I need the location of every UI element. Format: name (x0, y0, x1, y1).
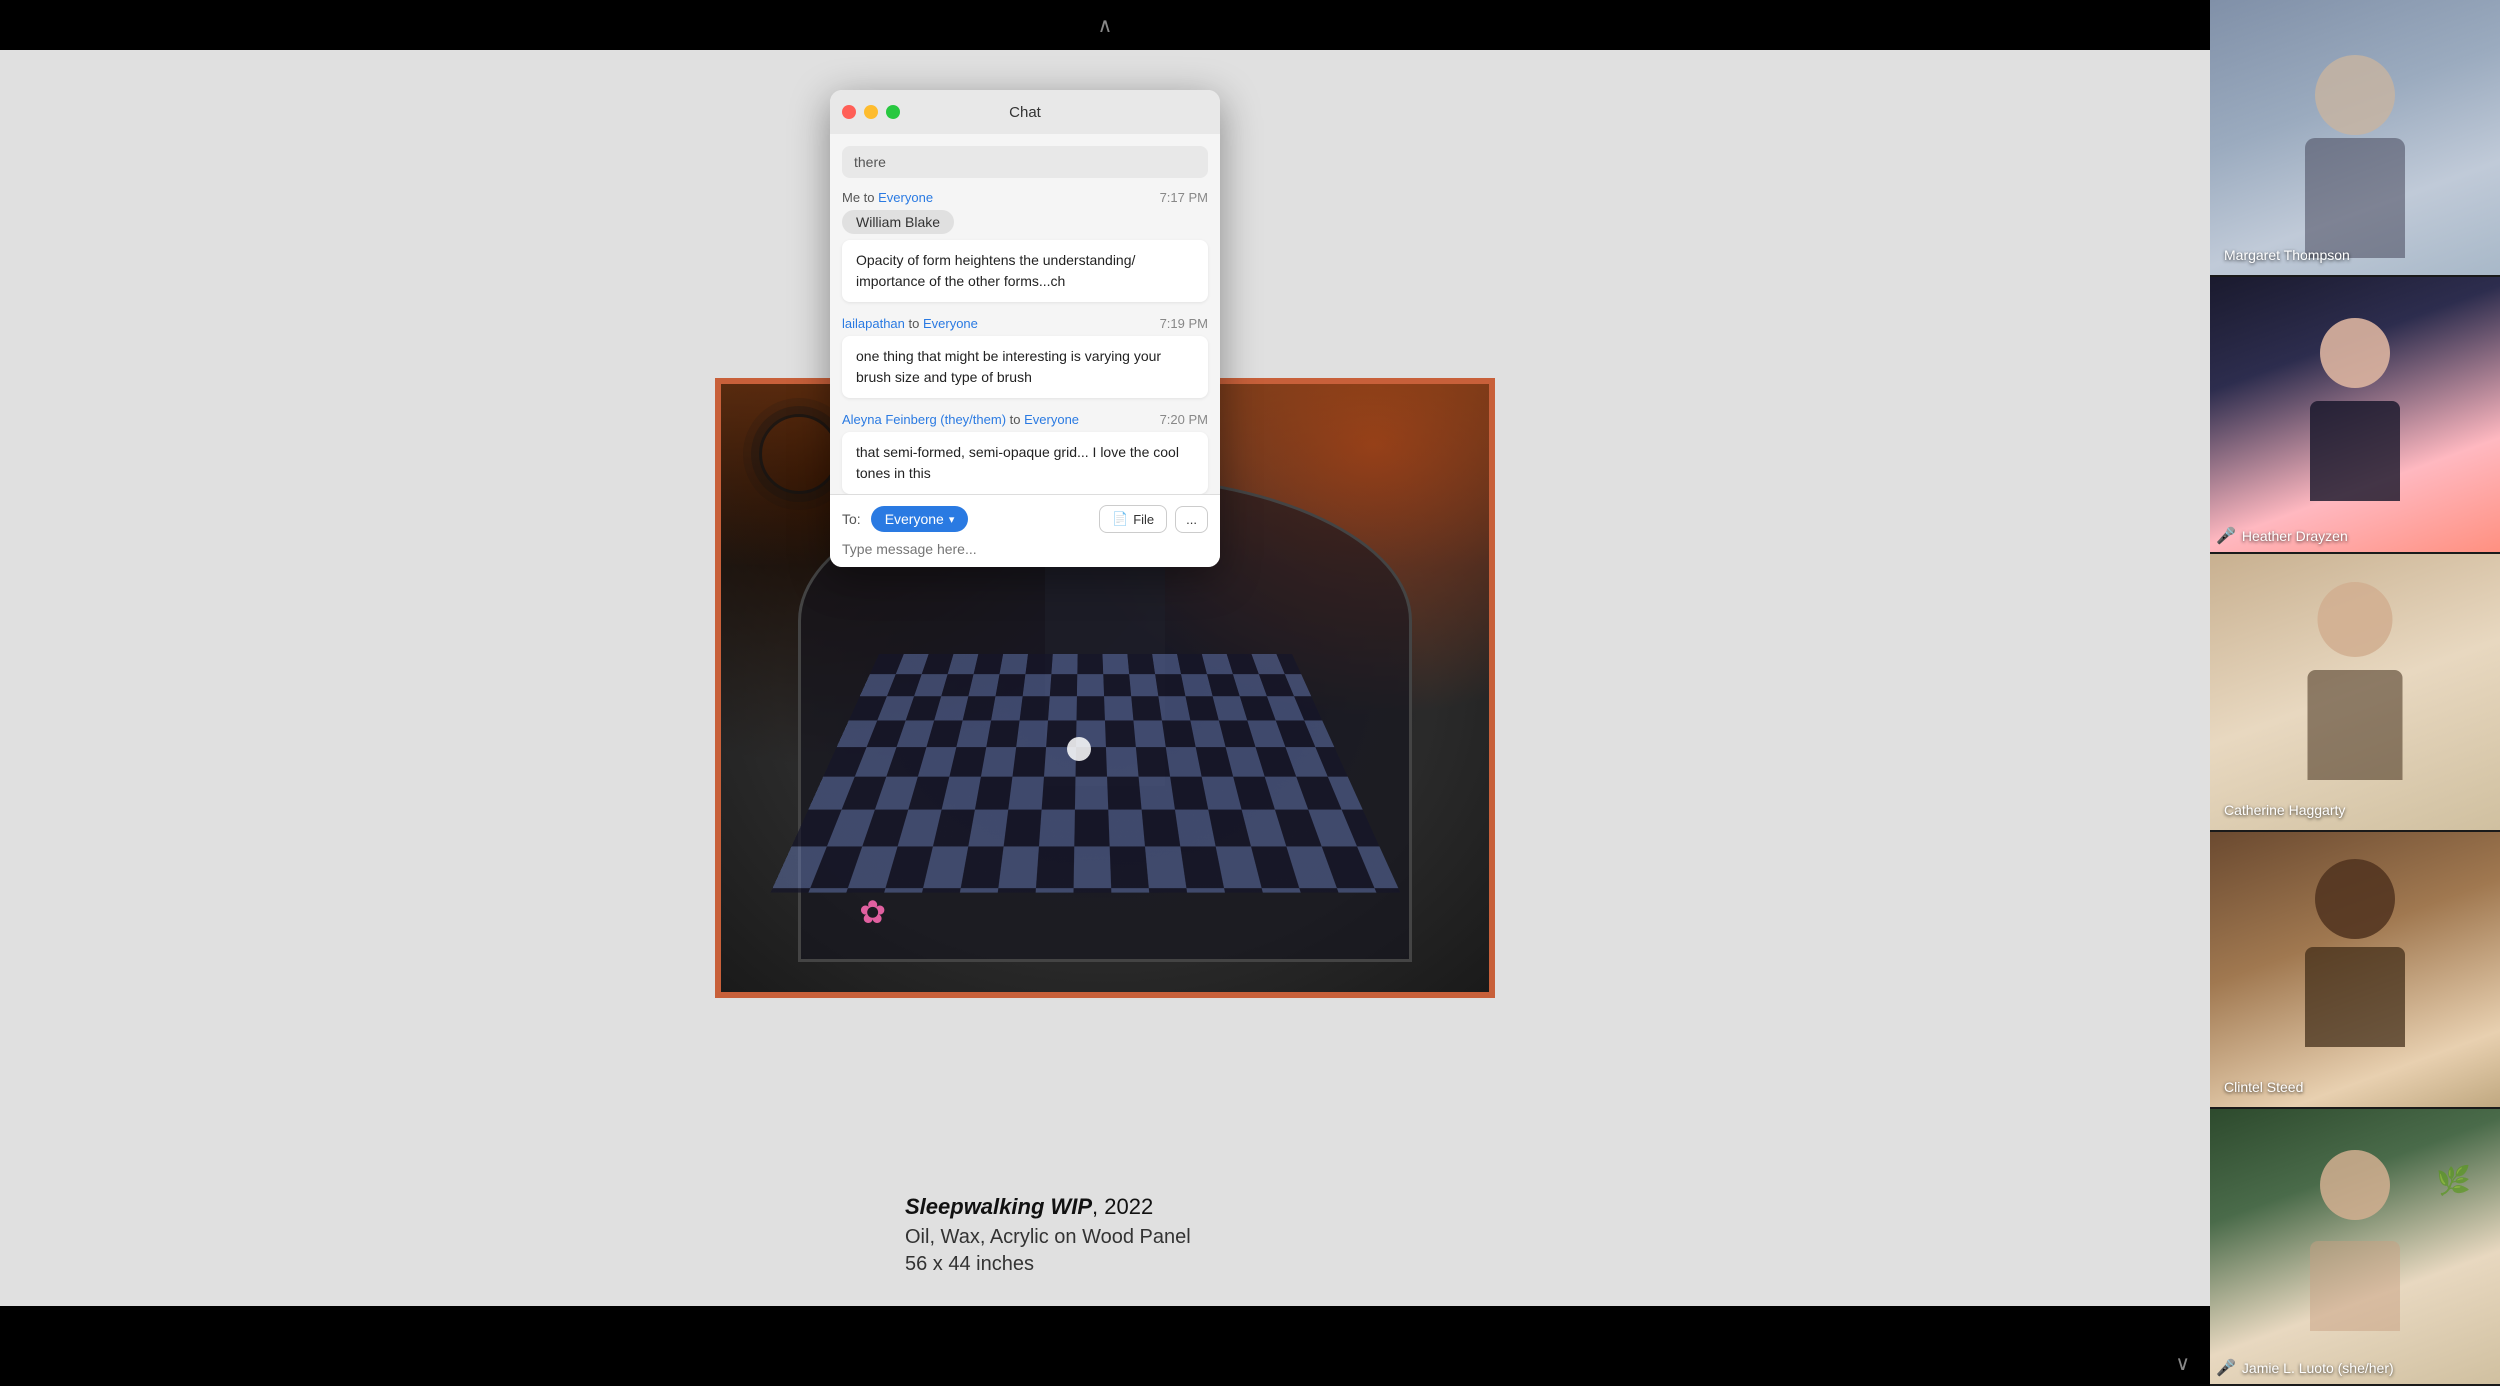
video-tile-jamie: 🌿 🎤 Jamie L. Luoto (she/her) (2210, 1109, 2500, 1386)
checker-pattern (771, 654, 1401, 893)
chat-titlebar: Chat (830, 90, 1220, 134)
minimize-button[interactable] (864, 105, 878, 119)
chevron-down-icon[interactable]: ∨ (2175, 1351, 2190, 1376)
bottom-bar: ∨ (0, 1306, 2210, 1386)
artwork-dimensions: 56 x 44 inches (905, 1253, 1305, 1276)
artwork-title-text: Sleepwalking WIP (905, 1194, 1092, 1219)
chat-bubble-1: Opacity of form heightens the understand… (842, 240, 1208, 302)
participant-name-heather: Heather Drayzen (2242, 528, 2348, 544)
mic-muted-icon-heather: 🎤 (2216, 526, 2236, 546)
video-tile-heather: 🎤 Heather Drayzen (2210, 277, 2500, 554)
chat-input-row (842, 541, 1208, 557)
chat-message-1: Me to Everyone 7:17 PM William Blake Opa… (842, 190, 1208, 302)
tile-label-row-heather: 🎤 Heather Drayzen (2216, 526, 2494, 546)
chat-meta-1: Me to Everyone 7:17 PM (842, 190, 1208, 205)
maximize-button[interactable] (886, 105, 900, 119)
chat-to-label: To: (842, 511, 861, 527)
chat-sender-link-2: lailapathan (842, 316, 905, 331)
main-content-area: ∧ Sleepwalking WIP, 2022 Oil, Wax, Acryl… (0, 0, 2210, 1386)
mic-muted-icon-jamie: 🎤 (2216, 1358, 2236, 1378)
file-icon: 📄 (1112, 511, 1128, 527)
chat-message-input[interactable] (842, 541, 1208, 557)
participant-name-jamie: Jamie L. Luoto (she/her) (2242, 1360, 2394, 1376)
pink-plant (859, 871, 899, 931)
chat-panel: Chat there Me to Everyone 7:17 PM Willia… (830, 90, 1220, 567)
white-dot (1067, 737, 1091, 761)
chat-recipient-3: Everyone (1024, 412, 1079, 427)
artwork-medium: Oil, Wax, Acrylic on Wood Panel (905, 1226, 1305, 1249)
chat-to-row: To: Everyone ▾ 📄 File ... (842, 505, 1208, 533)
chat-time-3: 7:20 PM (1160, 412, 1208, 427)
video-tile-catherine: Catherine Haggarty (2210, 554, 2500, 831)
chat-recipient-2: Everyone (923, 316, 978, 331)
top-bar: ∧ (0, 0, 2210, 50)
chat-messages[interactable]: there Me to Everyone 7:17 PM William Bla… (830, 134, 1220, 494)
everyone-label: Everyone (885, 511, 944, 527)
participant-name-catherine: Catherine Haggarty (2224, 802, 2345, 818)
chat-time-1: 7:17 PM (1160, 190, 1208, 205)
participant-name-margaret: Margaret Thompson (2224, 247, 2350, 263)
presentation-area: Sleepwalking WIP, 2022 Oil, Wax, Acrylic… (0, 50, 2210, 1306)
chat-title: Chat (1009, 104, 1041, 121)
william-blake-tag: William Blake (842, 210, 954, 234)
chat-sender-1: Me to Everyone (842, 190, 933, 205)
video-tile-clintel: Clintel Steed (2210, 832, 2500, 1109)
chat-message-3: Aleyna Feinberg (they/them) to Everyone … (842, 412, 1208, 494)
chat-sender-3: Aleyna Feinberg (they/them) to Everyone (842, 412, 1079, 427)
chevron-up-icon[interactable]: ∧ (1090, 15, 1120, 35)
chat-bubble-3: that semi-formed, semi-opaque grid... I … (842, 432, 1208, 494)
chat-time-2: 7:19 PM (1160, 316, 1208, 331)
participants-sidebar: Margaret Thompson 🎤 Heather Drayzen Cath… (2210, 0, 2500, 1386)
chat-actions: 📄 File ... (1099, 505, 1208, 533)
chat-sender-link-3: Aleyna Feinberg (they/them) (842, 412, 1006, 427)
file-button[interactable]: 📄 File (1099, 505, 1167, 533)
chat-meta-2: lailapathan to Everyone 7:19 PM (842, 316, 1208, 331)
file-label: File (1133, 512, 1154, 527)
chat-bubble-2: one thing that might be interesting is v… (842, 336, 1208, 398)
video-tile-margaret: Margaret Thompson (2210, 0, 2500, 277)
close-button[interactable] (842, 105, 856, 119)
chat-recipient-1: Everyone (878, 190, 933, 205)
artwork-year: , 2022 (1092, 1194, 1153, 1219)
tile-label-row-jamie: 🎤 Jamie L. Luoto (she/her) (2216, 1358, 2494, 1378)
artwork-info: Sleepwalking WIP, 2022 Oil, Wax, Acrylic… (905, 1194, 1305, 1276)
participant-name-clintel: Clintel Steed (2224, 1079, 2303, 1095)
chat-input-area: To: Everyone ▾ 📄 File ... (830, 494, 1220, 567)
traffic-lights (842, 105, 900, 119)
chat-meta-3: Aleyna Feinberg (they/them) to Everyone … (842, 412, 1208, 427)
artwork-title: Sleepwalking WIP, 2022 (905, 1194, 1305, 1220)
more-options-button[interactable]: ... (1175, 506, 1208, 533)
chat-message-2: lailapathan to Everyone 7:19 PM one thin… (842, 316, 1208, 398)
chat-preview-message: there (842, 146, 1208, 178)
chat-sender-2: lailapathan to Everyone (842, 316, 978, 331)
everyone-dropdown-button[interactable]: Everyone ▾ (871, 506, 969, 532)
everyone-chevron-icon: ▾ (949, 513, 955, 526)
